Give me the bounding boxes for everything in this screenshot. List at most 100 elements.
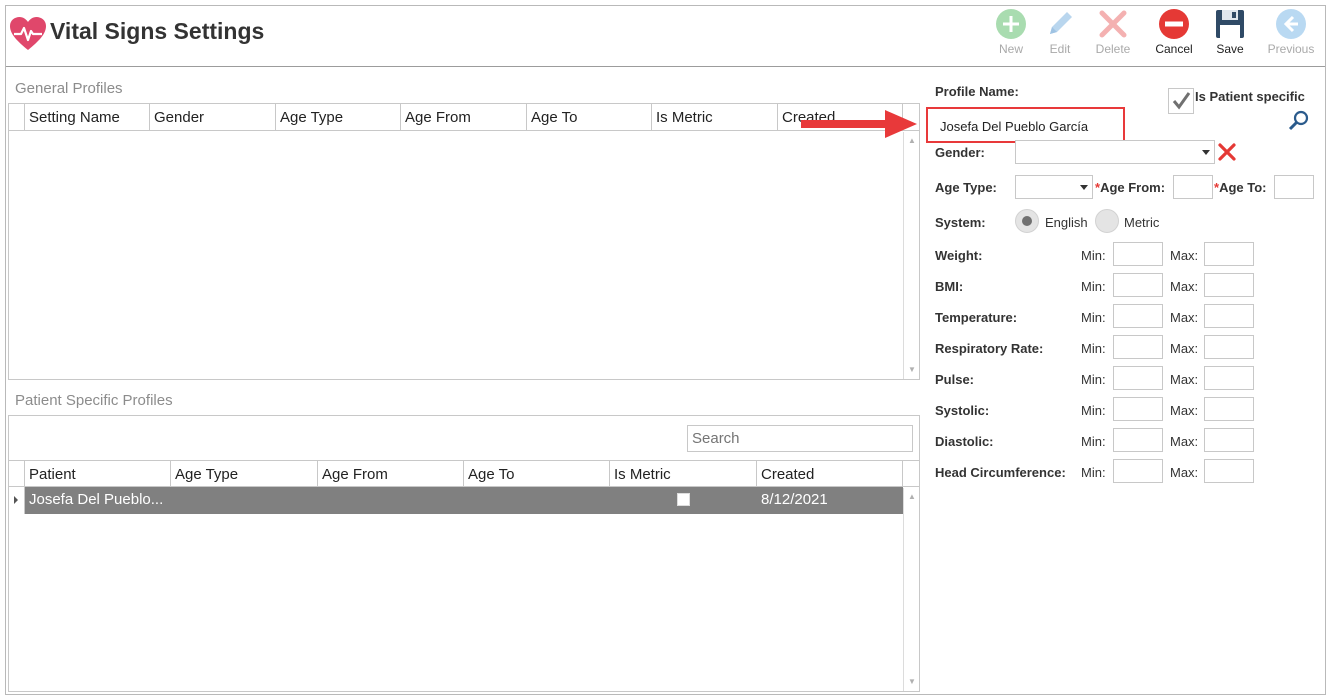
scroll-down-icon[interactable]: ▼: [904, 675, 920, 689]
min-label: Min:: [1081, 403, 1106, 418]
header-gutter: [9, 104, 25, 130]
previous-label: Previous: [1267, 42, 1315, 56]
profile-name-field[interactable]: Josefa Del Pueblo García: [926, 107, 1125, 143]
profile-name-label: Profile Name:: [935, 84, 1019, 99]
general-profiles-grid: Setting Name Gender Age Type Age From Ag…: [8, 103, 920, 380]
is-metric-checkbox[interactable]: [677, 493, 690, 506]
pencil-icon: [1050, 12, 1072, 34]
heart-pulse-icon: [10, 17, 46, 50]
search-input[interactable]: [687, 425, 913, 452]
max-label: Max:: [1170, 310, 1199, 325]
metric-radio[interactable]: [1095, 209, 1119, 233]
edit-button[interactable]: Edit: [1035, 8, 1085, 64]
min-label: Min:: [1081, 310, 1106, 325]
age-from-label: Age From:: [1100, 180, 1166, 195]
max-label: Max:: [1170, 248, 1199, 263]
vital-label: Diastolic:: [935, 434, 994, 449]
column-header[interactable]: Patient: [25, 461, 171, 486]
save-label: Save: [1216, 42, 1244, 56]
column-header[interactable]: Gender: [150, 104, 276, 130]
vital-label: Weight:: [935, 248, 983, 263]
min-label: Min:: [1081, 372, 1106, 387]
min-label: Min:: [1081, 279, 1106, 294]
vital-label: Pulse:: [935, 372, 975, 387]
column-header[interactable]: Age To: [527, 104, 652, 130]
max-input[interactable]: [1204, 304, 1254, 328]
min-input[interactable]: [1113, 459, 1163, 483]
minus-circle-icon: [1159, 9, 1189, 39]
age-to-input[interactable]: [1274, 175, 1314, 199]
max-label: Max:: [1170, 372, 1199, 387]
column-header[interactable]: Age To: [464, 461, 610, 486]
vertical-scrollbar[interactable]: ▲ ▼: [903, 132, 919, 379]
column-header[interactable]: Is Metric: [652, 104, 778, 130]
vital-label: Temperature:: [935, 310, 1018, 325]
main-window: Vital Signs Settings New Edit Delete Can…: [5, 5, 1326, 695]
max-input[interactable]: [1204, 428, 1254, 452]
max-input[interactable]: [1204, 366, 1254, 390]
x-icon: [1099, 10, 1127, 38]
column-header[interactable]: Created: [757, 461, 903, 486]
min-input[interactable]: [1113, 428, 1163, 452]
scroll-up-icon[interactable]: ▲: [904, 490, 920, 504]
column-header[interactable]: Is Metric: [610, 461, 757, 486]
min-label: Min:: [1081, 248, 1106, 263]
chevron-down-icon: [1080, 185, 1088, 190]
min-input[interactable]: [1113, 335, 1163, 359]
column-header[interactable]: Age Type: [171, 461, 318, 486]
cancel-button[interactable]: Cancel: [1149, 8, 1199, 64]
delete-button[interactable]: Delete: [1088, 8, 1138, 64]
max-input[interactable]: [1204, 335, 1254, 359]
max-input[interactable]: [1204, 273, 1254, 297]
min-label: Min:: [1081, 465, 1106, 480]
min-input[interactable]: [1113, 397, 1163, 421]
max-label: Max:: [1170, 465, 1199, 480]
min-input[interactable]: [1113, 304, 1163, 328]
column-header[interactable]: Age From: [318, 461, 464, 486]
chevron-down-icon: [1202, 150, 1210, 155]
max-label: Max:: [1170, 403, 1199, 418]
max-input[interactable]: [1204, 397, 1254, 421]
new-button[interactable]: New: [986, 8, 1036, 64]
previous-button[interactable]: Previous: [1266, 8, 1316, 64]
patient-profiles-title: Patient Specific Profiles: [15, 392, 173, 409]
min-input[interactable]: [1113, 366, 1163, 390]
checkmark-icon: [1172, 92, 1191, 110]
page-title: Vital Signs Settings: [50, 18, 265, 44]
gender-label: Gender:: [935, 145, 985, 160]
scroll-down-icon[interactable]: ▼: [904, 363, 920, 377]
general-profiles-title: General Profiles: [15, 80, 123, 97]
magnifier-icon[interactable]: [1288, 110, 1310, 132]
column-header[interactable]: Age From: [401, 104, 527, 130]
age-to-label-group: *Age To:: [1214, 180, 1266, 195]
header-gutter: [9, 461, 25, 486]
age-to-label: Age To:: [1219, 180, 1267, 195]
table-row[interactable]: Josefa Del Pueblo... 8/12/2021: [9, 487, 903, 514]
red-x-icon[interactable]: [1217, 142, 1237, 162]
save-button[interactable]: Save: [1205, 8, 1255, 64]
max-label: Max:: [1170, 279, 1199, 294]
row-indicator: [9, 487, 25, 514]
general-grid-header: Setting Name Gender Age Type Age From Ag…: [9, 104, 919, 131]
english-label: English: [1045, 215, 1088, 230]
vertical-scrollbar[interactable]: ▲ ▼: [903, 488, 919, 691]
column-header[interactable]: Age Type: [276, 104, 401, 130]
english-radio[interactable]: [1015, 209, 1039, 233]
plus-circle-icon: [996, 9, 1026, 39]
is-patient-specific-label: Is Patient specific: [1195, 89, 1305, 104]
system-label: System:: [935, 215, 986, 230]
is-patient-specific-checkbox[interactable]: [1168, 88, 1194, 114]
max-input[interactable]: [1204, 242, 1254, 266]
gender-select[interactable]: [1015, 140, 1215, 164]
vital-label: Head Circumference:: [935, 465, 1066, 480]
vital-label: Respiratory Rate:: [935, 341, 1044, 356]
min-input[interactable]: [1113, 273, 1163, 297]
min-input[interactable]: [1113, 242, 1163, 266]
max-input[interactable]: [1204, 459, 1254, 483]
vital-label: BMI:: [935, 279, 964, 294]
age-type-select[interactable]: [1015, 175, 1093, 199]
column-header[interactable]: Setting Name: [25, 104, 150, 130]
age-from-input[interactable]: [1173, 175, 1213, 199]
max-label: Max:: [1170, 434, 1199, 449]
patient-grid-header: Patient Age Type Age From Age To Is Metr…: [9, 460, 919, 487]
